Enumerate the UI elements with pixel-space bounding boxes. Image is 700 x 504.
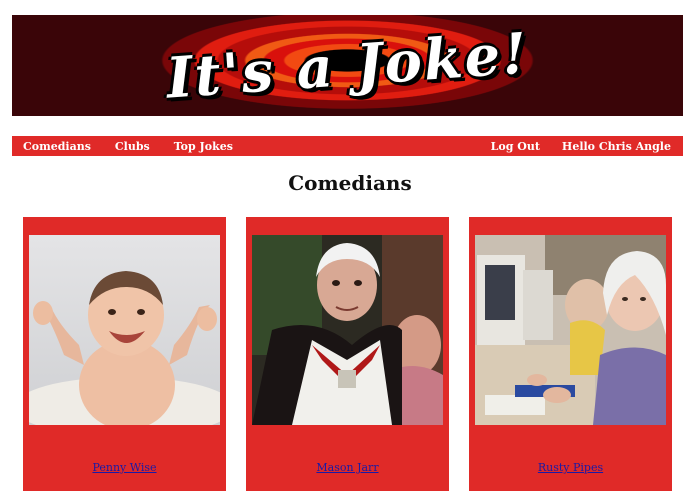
comedian-name-link[interactable]: Rusty Pipes	[469, 461, 672, 474]
comedian-card: Mason Jarr	[246, 217, 449, 491]
main-navbar: Comedians Clubs Top Jokes Log Out Hello …	[12, 136, 683, 156]
comedian-name-link[interactable]: Penny Wise	[23, 461, 226, 474]
comedian-card: Penny Wise	[23, 217, 226, 491]
banner-logo-text: It's a Joke!	[164, 20, 531, 112]
comedian-photo-image	[29, 235, 220, 425]
comedian-photo-image	[252, 235, 443, 425]
nav-user-greeting[interactable]: Hello Chris Angle	[562, 140, 671, 153]
nav-link-log-out[interactable]: Log Out	[491, 140, 540, 153]
nav-right-group: Log Out Hello Chris Angle	[491, 140, 683, 153]
site-banner: It's a Joke!	[12, 15, 683, 116]
comedian-photo[interactable]	[252, 235, 443, 425]
comedian-photo[interactable]	[475, 235, 666, 425]
comedian-card: Rusty Pipes	[469, 217, 672, 491]
nav-link-clubs[interactable]: Clubs	[115, 140, 150, 153]
comedian-photo[interactable]	[29, 235, 220, 425]
page-title: Comedians	[288, 171, 412, 195]
nav-left-group: Comedians Clubs Top Jokes	[12, 140, 233, 153]
comedian-photo-image	[475, 235, 666, 425]
nav-link-comedians[interactable]: Comedians	[23, 140, 91, 153]
nav-link-top-jokes[interactable]: Top Jokes	[174, 140, 233, 153]
comedian-name-link[interactable]: Mason Jarr	[246, 461, 449, 474]
